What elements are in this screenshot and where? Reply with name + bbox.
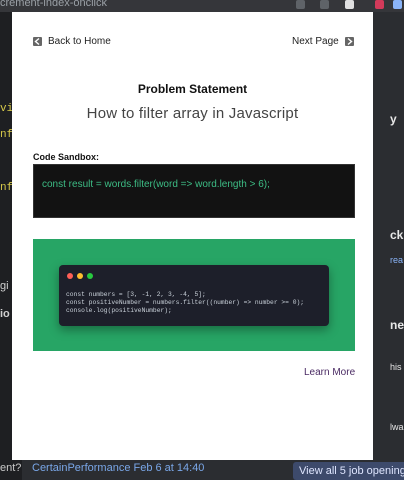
problem-title: Problem Statement	[137, 82, 248, 96]
job-openings-button[interactable]: View all 5 job openings	[293, 462, 404, 480]
code-screenshot-image: const numbers = [3, -1, 2, 3, -4, 5]; co…	[33, 239, 355, 351]
background-text: gi	[0, 280, 9, 292]
browser-url-text: crement-index-onclick	[0, 0, 107, 9]
problem-subtitle: How to filter array in Javascript	[86, 105, 299, 122]
background-sidebar	[373, 12, 404, 480]
extension-icon[interactable]	[375, 0, 384, 9]
background-text: io	[0, 308, 10, 320]
maximize-dot-icon	[87, 273, 93, 279]
background-link[interactable]: rea	[390, 255, 403, 265]
next-page-link[interactable]: Next Page	[292, 36, 354, 47]
background-heading: ck	[390, 228, 404, 242]
background-text: ent?	[0, 462, 22, 474]
extension-icon[interactable]	[345, 0, 354, 9]
close-dot-icon	[67, 273, 73, 279]
code-sandbox-label: Code Sandbox:	[33, 152, 100, 162]
browser-top-bar: crement-index-onclick	[0, 0, 404, 12]
extension-icon[interactable]	[296, 0, 305, 9]
image-code-line: const positiveNumber = numbers.filter((n…	[66, 299, 305, 306]
background-text: his	[390, 362, 402, 372]
code-sandbox[interactable]: const result = words.filter(word => word…	[33, 164, 355, 218]
problem-modal: Back to Home Next Page Problem Statement…	[12, 12, 373, 460]
image-code-line: console.log(positiveNumber);	[66, 307, 172, 314]
image-code-line: const numbers = [3, -1, 2, 3, -4, 5];	[66, 291, 206, 298]
back-arrow-icon	[33, 37, 42, 46]
forward-arrow-icon	[344, 37, 354, 46]
extension-icon[interactable]	[320, 0, 329, 9]
background-heading: y	[390, 112, 397, 126]
back-to-home-label: Back to Home	[48, 36, 111, 47]
back-to-home-link[interactable]: Back to Home	[33, 36, 111, 47]
minimize-dot-icon	[77, 273, 83, 279]
sandbox-code-text: const result = words.filter(word => word…	[42, 179, 270, 190]
background-user-link[interactable]: CertainPerformance Feb 6 at 14:40	[32, 462, 204, 474]
code-window: const numbers = [3, -1, 2, 3, -4, 5]; co…	[59, 265, 329, 326]
background-text: lwa	[390, 422, 404, 432]
extension-icon[interactable]	[393, 0, 402, 9]
next-page-label: Next Page	[292, 36, 339, 47]
learn-more-link[interactable]: Learn More	[304, 367, 355, 378]
background-heading: ne	[390, 318, 404, 332]
